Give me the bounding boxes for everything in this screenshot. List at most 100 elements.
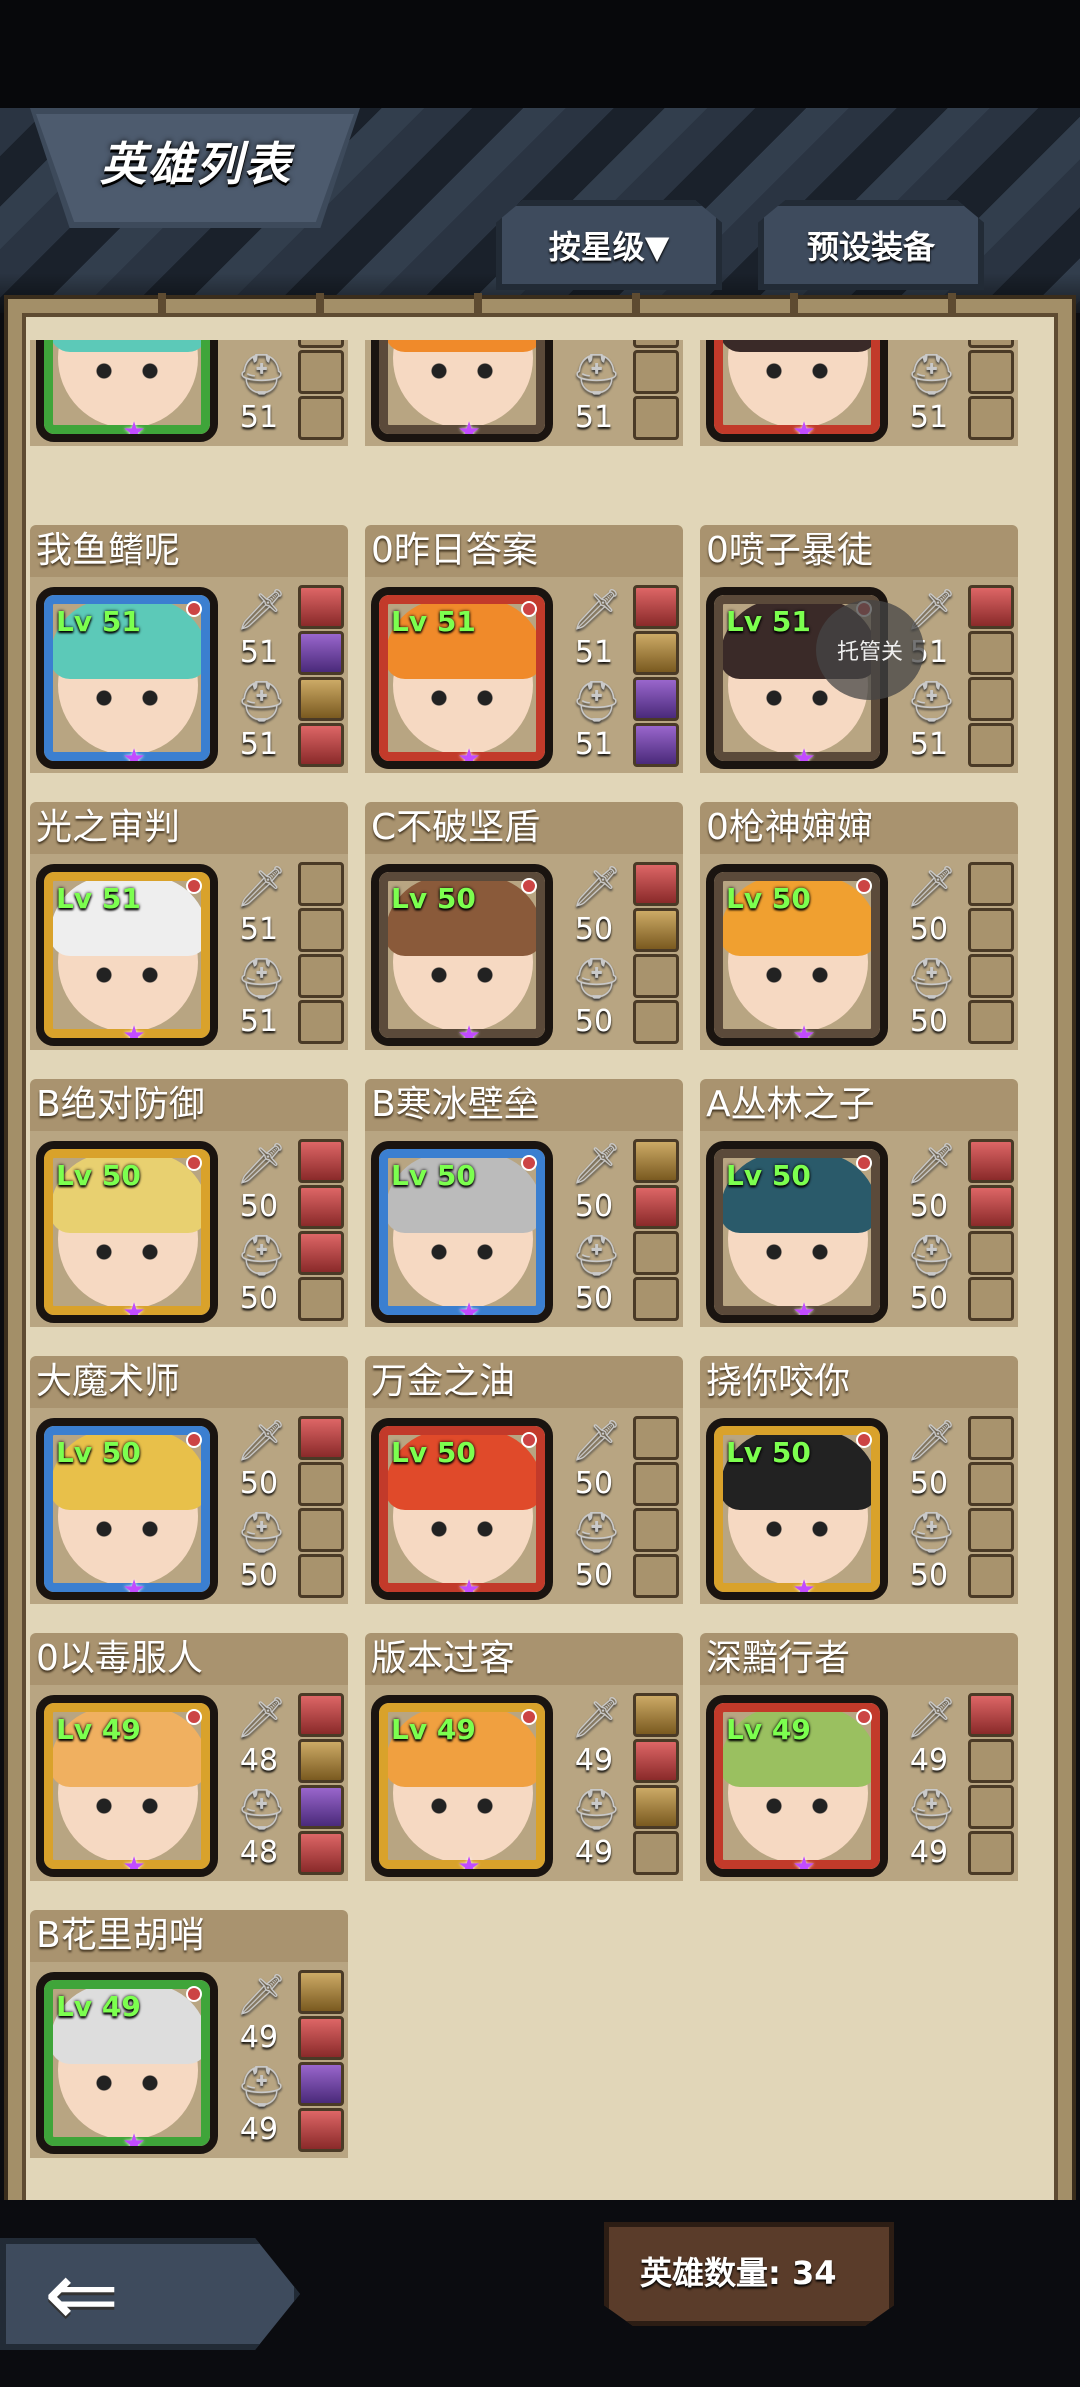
hero-portrait[interactable]: Lv 50 ★ xyxy=(371,1418,553,1600)
hero-card[interactable]: 我鱼鳍呢 Lv 51 ★ 🗡 51 ⛑ 51 xyxy=(30,525,348,773)
equipment-slot[interactable] xyxy=(298,954,344,998)
equipment-slot[interactable] xyxy=(968,1508,1014,1552)
equipment-slot[interactable] xyxy=(298,350,344,394)
hero-card[interactable]: A丛林之子 Lv 50 ★ 🗡 50 ⛑ 50 xyxy=(700,1079,1018,1327)
equipment-slot[interactable] xyxy=(968,585,1014,629)
equipment-slot[interactable] xyxy=(298,1462,344,1506)
hero-card[interactable]: 0昨日答案 Lv 51 ★ 🗡 51 ⛑ 51 xyxy=(365,525,683,773)
equipment-slot[interactable] xyxy=(633,1139,679,1183)
equipment-slot[interactable] xyxy=(968,1231,1014,1275)
equipment-slot[interactable] xyxy=(968,862,1014,906)
equipment-slot[interactable] xyxy=(298,1554,344,1598)
equipment-slot[interactable] xyxy=(298,585,344,629)
equipment-slot[interactable] xyxy=(968,1277,1014,1321)
hero-portrait[interactable]: Lv 50 ★ xyxy=(706,1141,888,1323)
hero-portrait[interactable]: Lv 50 ★ xyxy=(371,864,553,1046)
equipment-slot[interactable] xyxy=(633,1231,679,1275)
equipment-slot[interactable] xyxy=(633,1277,679,1321)
hero-card[interactable]: 万金之油 Lv 50 ★ 🗡 50 ⛑ 50 xyxy=(365,1356,683,1604)
equipment-slot[interactable] xyxy=(968,908,1014,952)
hero-card[interactable]: B花里胡哨 Lv 49 ★ 🗡 49 ⛑ 49 xyxy=(30,1910,348,2158)
hero-portrait[interactable]: Lv 51 ★ xyxy=(36,587,218,769)
equipment-slot[interactable] xyxy=(968,631,1014,675)
hero-portrait[interactable]: Lv 50 ★ xyxy=(371,1141,553,1323)
equipment-slot[interactable] xyxy=(298,1785,344,1829)
equipment-slot[interactable] xyxy=(298,396,344,440)
equipment-slot[interactable] xyxy=(968,1139,1014,1183)
equipment-slot[interactable] xyxy=(633,1831,679,1875)
hero-card[interactable]: 0枪神婶婶 Lv 50 ★ 🗡 50 ⛑ 50 xyxy=(700,802,1018,1050)
equipment-slot[interactable] xyxy=(633,1739,679,1783)
equipment-slot[interactable] xyxy=(633,631,679,675)
hero-portrait[interactable]: Lv 50 ★ xyxy=(706,864,888,1046)
equipment-slot[interactable] xyxy=(298,631,344,675)
hero-card[interactable]: 版本过客 Lv 49 ★ 🗡 49 ⛑ 49 xyxy=(365,1633,683,1881)
hero-portrait[interactable]: Lv 51 ★ xyxy=(36,864,218,1046)
hero-portrait[interactable]: Lv 49 ★ xyxy=(36,1695,218,1877)
equipment-slot[interactable] xyxy=(633,350,679,394)
equipment-slot[interactable] xyxy=(968,396,1014,440)
equipment-slot[interactable] xyxy=(633,396,679,440)
equipment-slot[interactable] xyxy=(633,1462,679,1506)
hero-portrait[interactable]: Lv 50 ★ xyxy=(36,1418,218,1600)
preset-equipment-button[interactable]: 预设装备 xyxy=(758,200,984,290)
equipment-slot[interactable] xyxy=(968,1785,1014,1829)
equipment-slot[interactable] xyxy=(298,1831,344,1875)
equipment-slot[interactable] xyxy=(298,1231,344,1275)
equipment-slot[interactable] xyxy=(968,1554,1014,1598)
hero-card[interactable]: 深黯行者 Lv 49 ★ 🗡 49 ⛑ 49 xyxy=(700,1633,1018,1881)
equipment-slot[interactable] xyxy=(633,954,679,998)
equipment-slot[interactable] xyxy=(298,2108,344,2152)
hero-card[interactable]: ★ 🗡 51 ⛑ 51 xyxy=(30,340,348,446)
hero-card[interactable]: ★ 🗡 51 ⛑ 51 xyxy=(365,340,683,446)
equipment-slot[interactable] xyxy=(298,1970,344,2014)
equipment-slot[interactable] xyxy=(298,2016,344,2060)
auto-toggle-chip[interactable]: 托管关 xyxy=(816,600,924,700)
equipment-slot[interactable] xyxy=(968,1739,1014,1783)
equipment-slot[interactable] xyxy=(633,723,679,767)
equipment-slot[interactable] xyxy=(633,1785,679,1829)
equipment-slot[interactable] xyxy=(633,1185,679,1229)
hero-portrait[interactable]: ★ xyxy=(36,340,218,442)
equipment-slot[interactable] xyxy=(968,1000,1014,1044)
equipment-slot[interactable] xyxy=(633,1554,679,1598)
hero-portrait[interactable]: Lv 50 ★ xyxy=(706,1418,888,1600)
equipment-slot[interactable] xyxy=(633,340,679,348)
sort-by-star-button[interactable]: 按星级▼ xyxy=(496,200,722,290)
hero-card[interactable]: C不破坚盾 Lv 50 ★ 🗡 50 ⛑ 50 xyxy=(365,802,683,1050)
equipment-slot[interactable] xyxy=(298,1000,344,1044)
equipment-slot[interactable] xyxy=(298,1139,344,1183)
hero-portrait[interactable]: Lv 49 ★ xyxy=(706,1695,888,1877)
equipment-slot[interactable] xyxy=(633,908,679,952)
equipment-slot[interactable] xyxy=(968,1693,1014,1737)
hero-portrait[interactable]: ★ xyxy=(371,340,553,442)
equipment-slot[interactable] xyxy=(298,723,344,767)
equipment-slot[interactable] xyxy=(633,1693,679,1737)
equipment-slot[interactable] xyxy=(298,1416,344,1460)
equipment-slot[interactable] xyxy=(298,1277,344,1321)
equipment-slot[interactable] xyxy=(968,723,1014,767)
equipment-slot[interactable] xyxy=(633,1508,679,1552)
hero-card[interactable]: 光之审判 Lv 51 ★ 🗡 51 ⛑ 51 xyxy=(30,802,348,1050)
equipment-slot[interactable] xyxy=(968,954,1014,998)
hero-card[interactable]: 挠你咬你 Lv 50 ★ 🗡 50 ⛑ 50 xyxy=(700,1356,1018,1604)
equipment-slot[interactable] xyxy=(633,1416,679,1460)
equipment-slot[interactable] xyxy=(298,677,344,721)
equipment-slot[interactable] xyxy=(968,1462,1014,1506)
equipment-slot[interactable] xyxy=(968,1185,1014,1229)
hero-card[interactable]: 大魔术师 Lv 50 ★ 🗡 50 ⛑ 50 xyxy=(30,1356,348,1604)
hero-card[interactable]: 0以毒服人 Lv 49 ★ 🗡 48 ⛑ 48 xyxy=(30,1633,348,1881)
hero-portrait[interactable]: Lv 51 ★ xyxy=(371,587,553,769)
equipment-slot[interactable] xyxy=(633,1000,679,1044)
hero-card[interactable]: ★ 🗡 51 ⛑ 51 xyxy=(700,340,1018,446)
equipment-slot[interactable] xyxy=(298,1185,344,1229)
hero-portrait[interactable]: Lv 50 ★ xyxy=(36,1141,218,1323)
equipment-slot[interactable] xyxy=(298,862,344,906)
equipment-slot[interactable] xyxy=(298,1693,344,1737)
hero-portrait[interactable]: Lv 49 ★ xyxy=(371,1695,553,1877)
equipment-slot[interactable] xyxy=(633,862,679,906)
hero-card[interactable]: B绝对防御 Lv 50 ★ 🗡 50 ⛑ 50 xyxy=(30,1079,348,1327)
equipment-slot[interactable] xyxy=(968,677,1014,721)
equipment-slot[interactable] xyxy=(298,340,344,348)
equipment-slot[interactable] xyxy=(298,1739,344,1783)
